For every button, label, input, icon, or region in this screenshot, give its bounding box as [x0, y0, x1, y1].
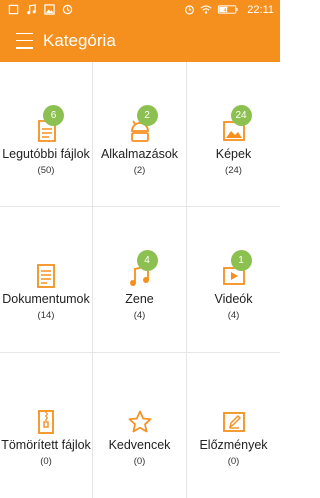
- sync-icon: [61, 4, 73, 16]
- category-label: Előzmények: [199, 438, 268, 452]
- category-count: (2): [133, 165, 146, 176]
- alarm-icon: [183, 4, 195, 16]
- status-bar: 48 22:11: [0, 0, 280, 19]
- clock: 22:11: [247, 3, 274, 16]
- category-history[interactable]: Előzmények (0): [187, 353, 280, 498]
- count-badge: 2: [136, 105, 158, 126]
- category-label: Alkalmazások: [100, 147, 179, 161]
- category-label: Kedvencek: [108, 438, 171, 452]
- category-label: Tömörített fájlok: [1, 438, 91, 452]
- category-compressed-files[interactable]: Tömörített fájlok (0): [0, 353, 93, 498]
- category-count: (4): [133, 310, 146, 321]
- category-videos[interactable]: 1 Videók (4): [187, 207, 280, 353]
- count-badge: 1: [230, 250, 252, 271]
- notification-icon: [7, 4, 19, 16]
- category-count: (0): [40, 456, 52, 467]
- system-icons: 48 22:11: [183, 4, 274, 16]
- category-documents[interactable]: Dokumentumok (14): [0, 207, 93, 353]
- category-grid: 6 Legutóbbi fájlok (50) 2 Alkalmazások (…: [0, 62, 280, 498]
- category-label: Legutóbbi fájlok: [2, 147, 90, 161]
- hamburger-icon: [16, 32, 33, 34]
- category-count: (4): [227, 310, 240, 321]
- app-bar: Kategória: [0, 19, 280, 62]
- star-icon: [128, 410, 151, 433]
- battery-icon: 48: [217, 4, 239, 16]
- category-label: Dokumentumok: [2, 292, 90, 306]
- history-icon: [222, 412, 245, 432]
- image-icon: [43, 4, 55, 16]
- category-count: (0): [133, 456, 146, 467]
- battery-level: 48: [224, 8, 230, 14]
- page-title: Kategória: [43, 30, 116, 50]
- category-count: (50): [37, 165, 55, 176]
- category-count: (0): [227, 456, 240, 467]
- category-music[interactable]: 4 Zene (4): [93, 207, 187, 353]
- wifi-icon: [200, 4, 212, 16]
- count-badge: 6: [43, 105, 64, 126]
- zip-icon: [38, 410, 54, 434]
- count-badge: 4: [136, 250, 158, 271]
- document-icon: [37, 264, 55, 288]
- category-recent-files[interactable]: 6 Legutóbbi fájlok (50): [0, 62, 93, 207]
- notification-icons: [7, 4, 73, 16]
- category-images[interactable]: 24 Képek (24): [187, 62, 280, 207]
- count-badge: 24: [230, 105, 252, 126]
- music-note-icon: [25, 4, 37, 16]
- category-label: Zene: [125, 292, 154, 306]
- category-count: (24): [225, 165, 242, 176]
- category-label: Képek: [215, 147, 252, 161]
- category-label: Videók: [214, 292, 253, 306]
- category-count: (14): [37, 310, 55, 321]
- category-apps[interactable]: 2 Alkalmazások (2): [93, 62, 187, 207]
- menu-button[interactable]: [16, 32, 33, 49]
- category-favorites[interactable]: Kedvencek (0): [93, 353, 187, 498]
